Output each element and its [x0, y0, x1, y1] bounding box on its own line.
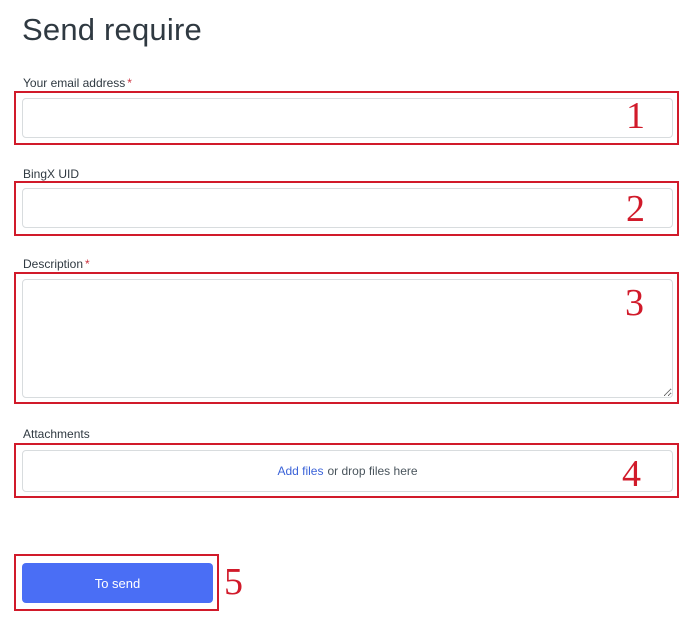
add-files-link[interactable]: Add files [277, 464, 323, 478]
email-label-text: Your email address [23, 76, 126, 90]
bingx-uid-field[interactable] [22, 188, 673, 228]
annotation-marker-5: 5 [224, 561, 243, 603]
drop-files-text: or drop files here [327, 464, 418, 478]
description-label: Description * [23, 257, 90, 271]
page-title: Send require [22, 12, 202, 47]
annotation-marker-3: 3 [625, 282, 644, 324]
description-required-mark: * [85, 257, 90, 271]
attachments-label: Attachments [23, 427, 90, 441]
uid-label: BingX UID [23, 167, 79, 181]
annotation-marker-1: 1 [626, 95, 645, 137]
annotation-marker-2: 2 [626, 188, 645, 230]
annotation-marker-4: 4 [622, 453, 641, 495]
attachments-label-text: Attachments [23, 427, 90, 441]
description-label-text: Description [23, 257, 84, 271]
email-label: Your email address * [23, 76, 132, 90]
email-field[interactable] [22, 98, 673, 138]
description-textarea[interactable] [22, 279, 673, 398]
attachments-dropzone[interactable]: Add files or drop files here [22, 450, 673, 492]
send-button[interactable]: To send [22, 563, 213, 603]
email-required-mark: * [127, 76, 132, 90]
uid-label-text: BingX UID [23, 167, 80, 181]
